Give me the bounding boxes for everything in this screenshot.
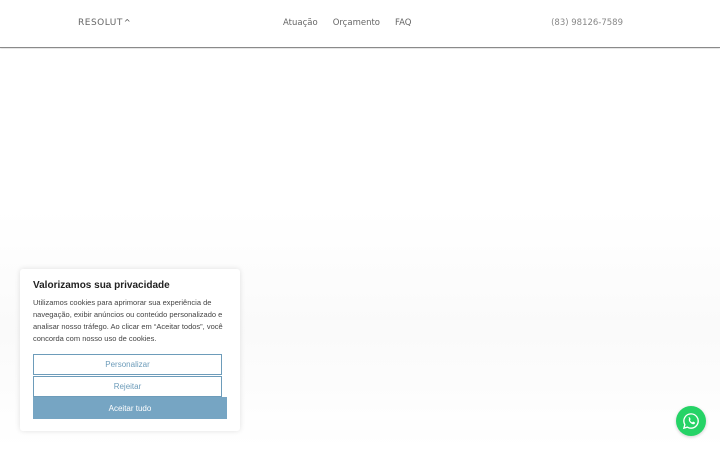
customize-button[interactable]: Personalizar	[33, 354, 222, 375]
accept-all-button[interactable]: Aceitar tudo	[33, 397, 227, 419]
cookie-consent-banner: Valorizamos sua privacidade Utilizamos c…	[20, 269, 240, 431]
logo-caret-icon: ^	[123, 17, 132, 27]
reject-button[interactable]: Rejeitar	[33, 376, 222, 397]
cookie-description: Utilizamos cookies para aprimorar sua ex…	[33, 298, 223, 343]
phone-link[interactable]: (83) 98126-7589	[551, 18, 623, 28]
main-nav: Atuação Orçamento FAQ	[283, 18, 411, 28]
logo[interactable]: RESOLUT ^	[78, 17, 132, 29]
whatsapp-icon	[682, 413, 699, 430]
nav-item-atuacao[interactable]: Atuação	[283, 18, 318, 28]
logo-text: RESOLUT	[78, 18, 123, 28]
nav-item-faq[interactable]: FAQ	[395, 18, 411, 28]
whatsapp-chat-button[interactable]	[676, 406, 706, 436]
cookie-title: Valorizamos sua privacidade	[33, 280, 170, 291]
site-header: RESOLUT ^ Atuação Orçamento FAQ (83) 9812…	[0, 0, 720, 48]
nav-item-orcamento[interactable]: Orçamento	[333, 18, 380, 28]
